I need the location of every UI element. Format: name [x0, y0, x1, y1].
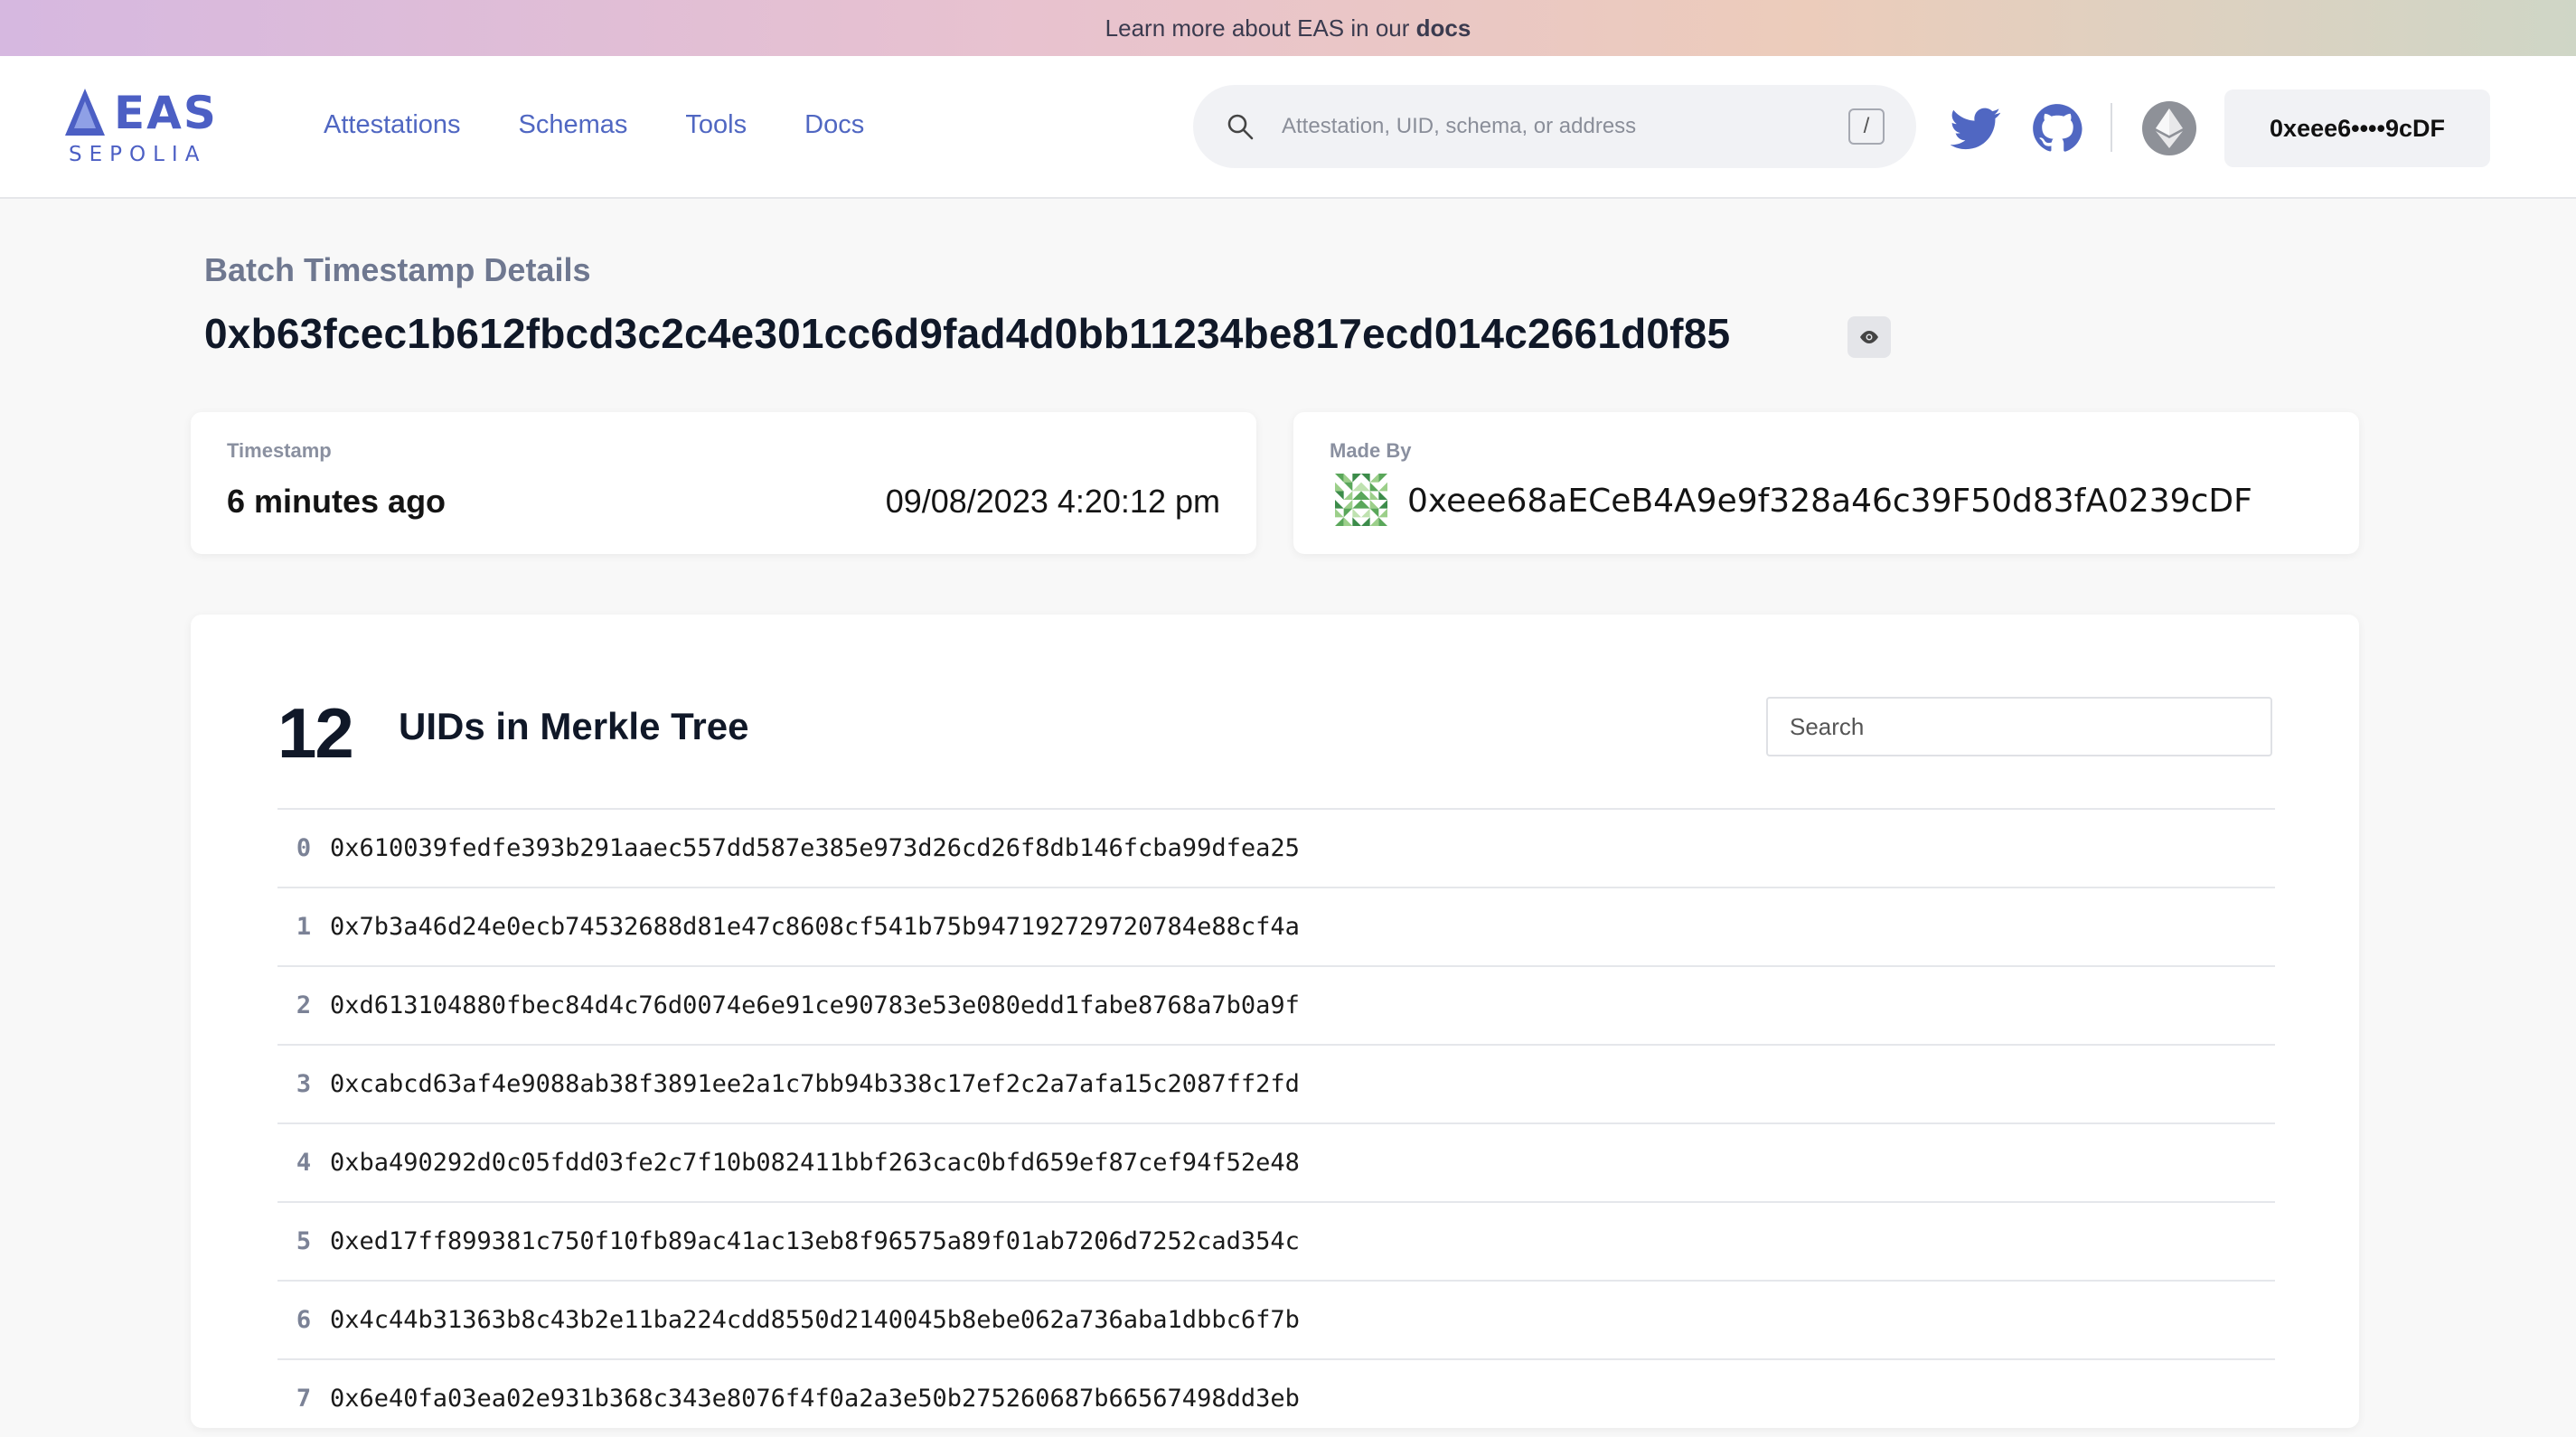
uid-value: 0xd613104880fbec84d4c76d0074e6e91ce90783…	[330, 991, 1300, 1019]
logo-word: EAS	[114, 87, 218, 139]
page-subtitle: Batch Timestamp Details	[204, 251, 591, 288]
banner-text: Learn more about EAS in our	[1105, 14, 1410, 42]
search-shortcut-key: /	[1848, 108, 1885, 145]
global-search-input[interactable]	[1282, 105, 1788, 148]
list-item[interactable]: 1 0x7b3a46d24e0ecb74532688d81e47c8608cf5…	[277, 887, 2275, 965]
uid-count: 12	[277, 693, 354, 773]
global-search: /	[1193, 85, 1916, 168]
timestamp-relative: 6 minutes ago	[227, 483, 447, 520]
list-item[interactable]: 2 0xd613104880fbec84d4c76d0074e6e91ce907…	[277, 965, 2275, 1044]
uid-index: 4	[296, 1149, 312, 1177]
timestamp-card: Timestamp 6 minutes ago 09/08/2023 4:20:…	[191, 412, 1256, 554]
view-toggle-button[interactable]	[1847, 316, 1891, 358]
list-item[interactable]: 7 0x6e40fa03ea02e931b368c343e8076f4f0a2a…	[277, 1358, 2275, 1437]
ethereum-icon	[2156, 108, 2183, 148]
batch-uid: 0xb63fcec1b612fbcd3c2c4e301cc6d9fad4d0bb…	[204, 310, 1731, 357]
uid-value: 0x4c44b31363b8c43b2e11ba224cdd8550d21400…	[330, 1306, 1300, 1334]
nav-docs[interactable]: Docs	[804, 110, 864, 140]
uid-value: 0x7b3a46d24e0ecb74532688d81e47c8608cf541…	[330, 913, 1300, 941]
uid-index: 3	[296, 1070, 312, 1098]
list-item[interactable]: 4 0xba490292d0c05fdd03fe2c7f10b082411bbf…	[277, 1122, 2275, 1201]
uid-value: 0x610039fedfe393b291aaec557dd587e385e973…	[330, 834, 1300, 862]
merkle-title: UIDs in Merkle Tree	[399, 705, 749, 747]
timestamp-absolute: 09/08/2023 4:20:12 pm	[885, 483, 1220, 520]
main-nav: Attestations Schemas Tools Docs	[324, 110, 864, 140]
uid-index: 5	[296, 1227, 312, 1255]
made-by-label: Made By	[1330, 439, 1412, 462]
eye-icon	[1860, 331, 1878, 343]
github-icon[interactable]	[2032, 103, 2082, 154]
wallet-button[interactable]: 0xeee6••••9cDF	[2224, 89, 2490, 167]
header-divider	[2111, 103, 2112, 152]
nav-attestations[interactable]: Attestations	[324, 110, 461, 140]
timestamp-label: Timestamp	[227, 439, 332, 462]
made-by-card: Made By 0xeee68aECeB4A9e9f328a46c39F50d8…	[1293, 412, 2359, 554]
uid-list: 0 0x610039fedfe393b291aaec557dd587e385e9…	[277, 808, 2275, 1437]
list-item[interactable]: 5 0xed17ff899381c750f10fb89ac41ac13eb8f9…	[277, 1201, 2275, 1280]
eas-logo-icon	[65, 89, 105, 136]
list-item[interactable]: 6 0x4c44b31363b8c43b2e11ba224cdd8550d214…	[277, 1280, 2275, 1358]
uid-value: 0xcabcd63af4e9088ab38f3891ee2a1c7bb94b33…	[330, 1070, 1300, 1098]
maker-address-link[interactable]: 0xeee68aECeB4A9e9f328a46c39F50d83fA0239c…	[1407, 483, 2252, 520]
search-icon	[1227, 114, 1254, 140]
uid-search-input[interactable]	[1766, 697, 2272, 756]
uid-index: 0	[296, 834, 312, 862]
top-navbar: EAS SEPOLIA Attestations Schemas Tools D…	[0, 56, 2576, 199]
uid-value: 0xed17ff899381c750f10fb89ac41ac13eb8f965…	[330, 1227, 1300, 1255]
uid-index: 6	[296, 1306, 312, 1334]
list-item[interactable]: 3 0xcabcd63af4e9088ab38f3891ee2a1c7bb94b…	[277, 1044, 2275, 1122]
eas-logo[interactable]: EAS SEPOLIA	[65, 87, 219, 168]
network-button[interactable]	[2142, 101, 2196, 155]
uid-value: 0xba490292d0c05fdd03fe2c7f10b082411bbf26…	[330, 1149, 1300, 1177]
merkle-tree-card: 12 UIDs in Merkle Tree 0 0x610039fedfe39…	[191, 615, 2359, 1428]
uid-index: 2	[296, 991, 312, 1019]
twitter-icon[interactable]	[1951, 103, 2001, 154]
nav-schemas[interactable]: Schemas	[519, 110, 628, 140]
nav-tools[interactable]: Tools	[685, 110, 747, 140]
docs-banner: Learn more about EAS in our docs	[0, 0, 2576, 56]
list-item[interactable]: 0 0x610039fedfe393b291aaec557dd587e385e9…	[277, 808, 2275, 887]
address-avatar	[1335, 474, 1387, 526]
uid-index: 1	[296, 913, 312, 941]
banner-docs-link[interactable]: docs	[1416, 14, 1471, 42]
network-name: SEPOLIA	[69, 143, 207, 166]
